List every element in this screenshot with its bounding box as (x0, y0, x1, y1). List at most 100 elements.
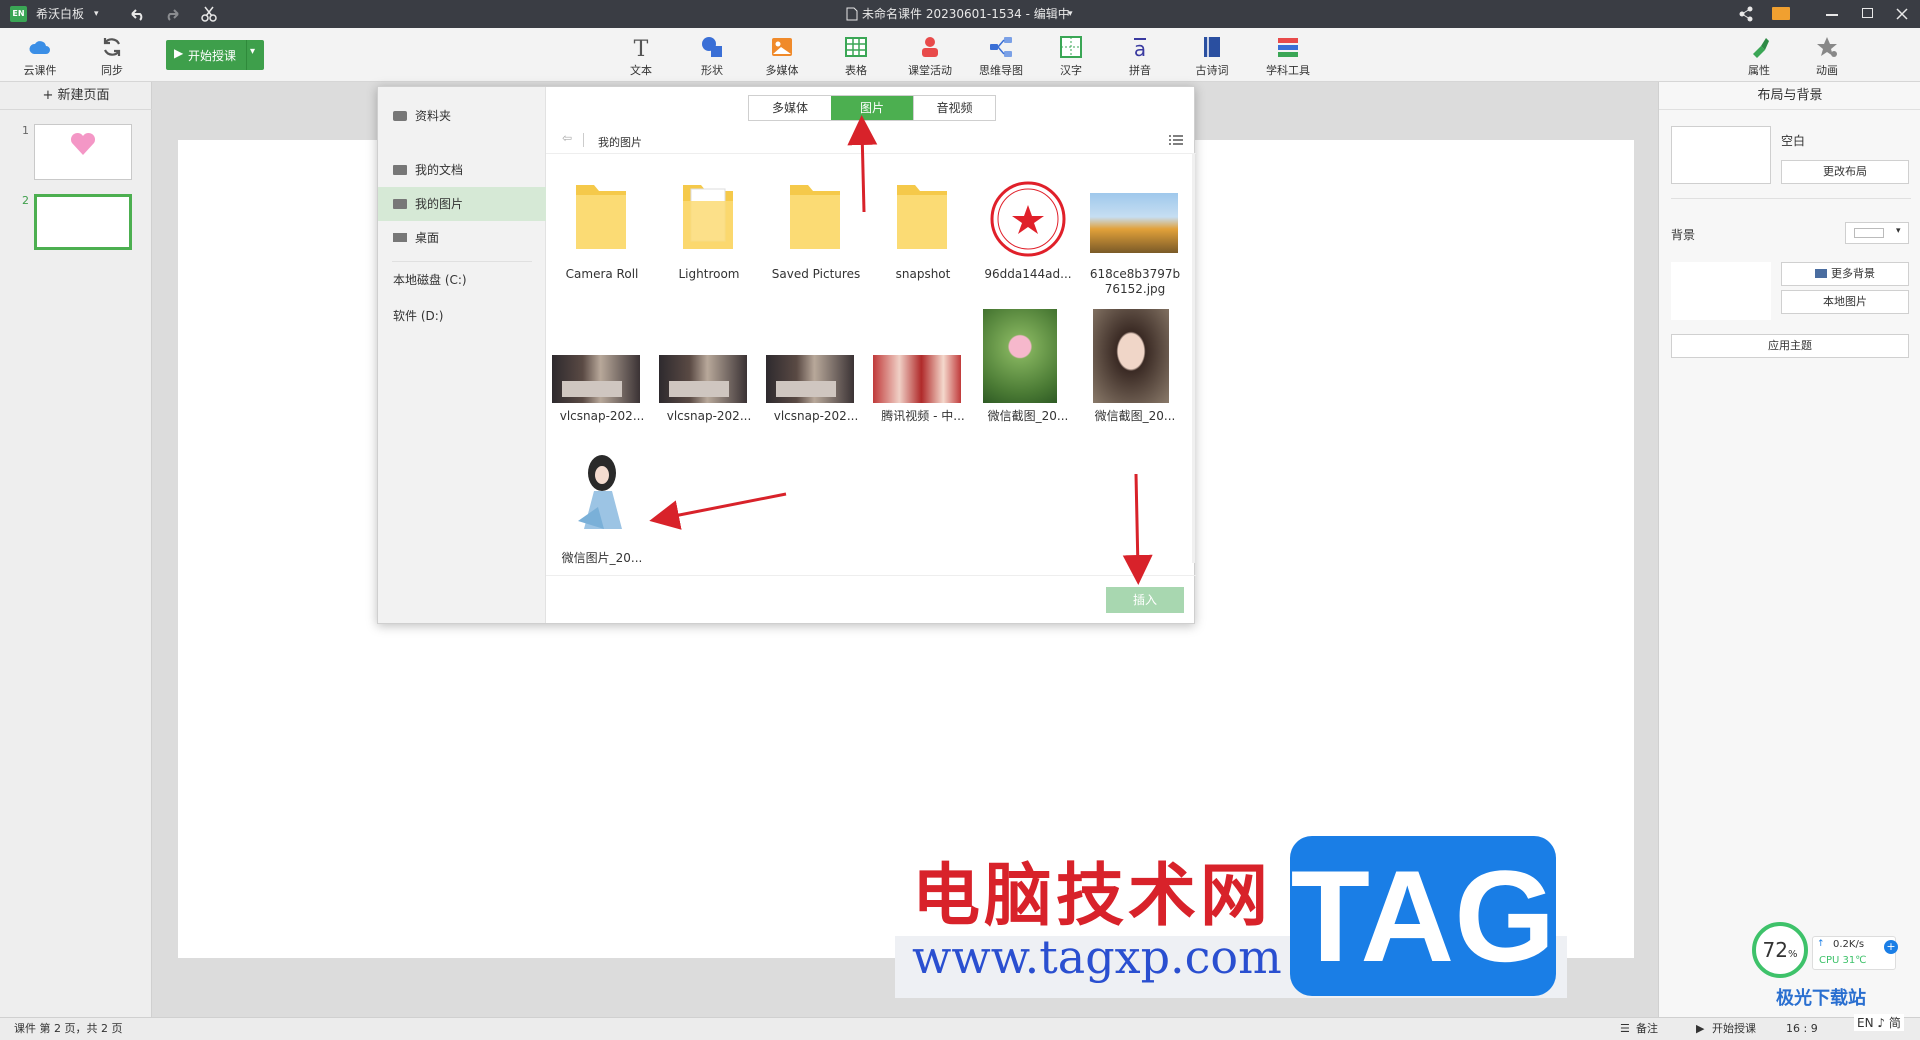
sidebar-item-desktop[interactable]: 桌面 (378, 221, 546, 255)
insert-button[interactable]: 插入 (1106, 587, 1184, 613)
undo-icon[interactable] (128, 6, 146, 22)
document-title-caret-icon[interactable]: ▾ (1068, 0, 1073, 28)
folder-item[interactable]: Lightroom (659, 179, 759, 319)
tool-label: 课堂活动 (908, 64, 952, 77)
share-icon[interactable] (1738, 6, 1754, 22)
folder-item[interactable]: snapshot (873, 179, 973, 319)
background-color-picker[interactable]: ▾ (1845, 222, 1909, 244)
redo-icon[interactable] (164, 6, 182, 22)
list-view-icon[interactable] (1169, 135, 1183, 146)
background-preview[interactable] (1671, 262, 1771, 320)
image-file-item[interactable]: 微信图片_20... (552, 451, 652, 591)
document-title[interactable]: 未命名课件 20230601-1534 - 编辑中 (862, 0, 1070, 28)
page-thumbnail-1[interactable] (34, 124, 132, 180)
tool-text[interactable]: T 文本 (611, 34, 671, 80)
tab-multimedia[interactable]: 多媒体 (749, 96, 831, 120)
folder-item[interactable]: Camera Roll (552, 179, 652, 319)
notes-button[interactable]: 备注 (1636, 1018, 1658, 1040)
tool-label: 汉字 (1060, 64, 1082, 77)
page-thumbnail-2[interactable] (34, 194, 132, 250)
sync-label: 同步 (101, 64, 123, 77)
close-icon[interactable] (1896, 8, 1908, 20)
picture-icon (393, 199, 407, 209)
minimize-icon[interactable] (1826, 14, 1838, 16)
mail-icon[interactable] (1772, 7, 1790, 20)
tool-pinyin[interactable]: a 拼音 (1110, 34, 1170, 80)
back-arrow-icon[interactable]: ⇦ (562, 131, 572, 145)
system-monitor-widget[interactable]: 72% ↑ 0.2K/s CPU 31℃ + (1752, 922, 1900, 984)
tool-class-activity[interactable]: 课堂活动 (900, 34, 960, 80)
tool-animation[interactable]: 动画 (1797, 34, 1857, 80)
scissors-icon[interactable] (200, 6, 218, 22)
pinyin-icon: a (1134, 37, 1146, 60)
tool-shape[interactable]: 形状 (682, 34, 742, 80)
text-icon: T (634, 37, 649, 60)
seal-image-thumbnail (988, 179, 1068, 259)
more-background-button[interactable]: 更多背景 (1781, 262, 1909, 286)
start-class-label: 开始授课 (188, 49, 237, 63)
tab-audio-video[interactable]: 音视频 (913, 96, 995, 120)
cpu-temp: CPU 31℃ (1819, 955, 1867, 966)
subject-tools-icon (1278, 38, 1298, 57)
change-layout-button[interactable]: 更改布局 (1781, 160, 1909, 184)
sidebar-item-drive-c[interactable]: 本地磁盘 (C:) (378, 263, 546, 297)
app-menu-caret-icon[interactable]: ▾ (94, 0, 99, 28)
sidebar-item-drive-d[interactable]: 软件 (D:) (378, 299, 546, 333)
tool-label: 形状 (701, 64, 723, 77)
sidebar-item-my-documents[interactable]: 我的文档 (378, 153, 546, 187)
start-class-button[interactable]: ▶ 开始授课 ▾ (166, 40, 264, 70)
document-icon (846, 7, 858, 21)
sidebar-item-materials[interactable]: 资料夹 (378, 99, 546, 133)
file-name: 微信截图_20... (1094, 409, 1176, 423)
tool-table[interactable]: 表格 (826, 34, 886, 80)
animation-icon (1817, 37, 1837, 57)
scrollbar-track[interactable] (1192, 153, 1195, 563)
folder-item[interactable]: Saved Pictures (766, 179, 866, 319)
net-speed: 0.2K/s (1833, 939, 1865, 950)
tab-pictures[interactable]: 图片 (831, 96, 913, 120)
watermark-url: www.tagxp.com (912, 930, 1282, 984)
upload-arrow-icon: ↑ (1817, 939, 1825, 949)
sync-button[interactable]: 同步 (82, 34, 142, 80)
shape-icon (702, 37, 722, 57)
app-logo-badge: EN (10, 6, 27, 22)
monitor-plus-icon[interactable]: + (1884, 940, 1898, 954)
layout-preview[interactable] (1671, 126, 1771, 184)
image-file-item[interactable]: 微信截图_20... (1085, 309, 1185, 449)
breadcrumb[interactable]: 我的图片 (598, 134, 642, 150)
video-frame-thumbnail (552, 355, 640, 403)
status-start-button[interactable]: 开始授课 (1712, 1018, 1756, 1040)
start-class-dropdown-icon[interactable]: ▾ (250, 46, 255, 57)
tool-multimedia[interactable]: 多媒体 (752, 34, 812, 80)
cloud-courseware-button[interactable]: 云课件 (10, 34, 70, 80)
image-file-item[interactable]: vlcsnap-202... (659, 309, 759, 449)
folder-icon (897, 185, 947, 249)
media-type-tabs: 多媒体 图片 音视频 (748, 95, 996, 121)
lotus-image-thumbnail (983, 309, 1057, 403)
image-file-item[interactable]: vlcsnap-202... (552, 309, 652, 449)
aspect-ratio[interactable]: 16 : 9 (1786, 1018, 1818, 1040)
file-name: 618ce8b3797b 76152.jpg (1089, 267, 1181, 296)
image-file-item[interactable]: 微信截图_20... (978, 309, 1078, 449)
restore-icon[interactable] (1862, 8, 1873, 18)
image-file-item[interactable]: 腾讯视频 - 中... (873, 309, 973, 449)
more-background-label: 更多背景 (1831, 267, 1875, 280)
image-file-item[interactable]: vlcsnap-202... (766, 309, 866, 449)
layout-label: 空白 (1781, 134, 1806, 148)
image-file-item[interactable]: 618ce8b3797b 76152.jpg (1085, 179, 1185, 319)
table-icon (845, 37, 867, 57)
svg-text:T: T (634, 37, 649, 60)
tool-brush[interactable]: 属性 (1729, 34, 1789, 80)
local-image-button[interactable]: 本地图片 (1781, 290, 1909, 314)
file-name: 微信截图_20... (987, 409, 1069, 423)
file-name: vlcsnap-202... (773, 409, 859, 423)
tool-subject-tools[interactable]: 学科工具 (1258, 34, 1318, 80)
sidebar-item-my-pictures[interactable]: 我的图片 (378, 187, 546, 221)
apply-theme-button[interactable]: 应用主题 (1671, 334, 1909, 358)
app-name[interactable]: 希沃白板 (36, 0, 84, 28)
image-file-item[interactable]: 96dda144ad... (978, 179, 1078, 319)
new-page-button[interactable]: + 新建页面 (0, 82, 152, 110)
tool-mindmap[interactable]: 思维导图 (971, 34, 1031, 80)
tool-hanzi[interactable]: 汉字 (1041, 34, 1101, 80)
tool-poem[interactable]: 古诗词 (1182, 34, 1242, 80)
